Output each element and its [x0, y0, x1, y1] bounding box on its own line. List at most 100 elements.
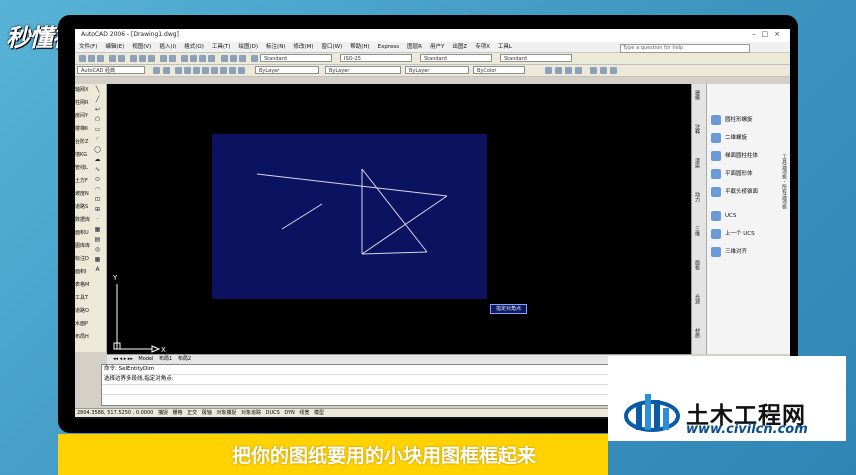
line-base[interactable]	[361, 251, 428, 255]
menu-window[interactable]: 窗口(W)	[318, 42, 347, 52]
draw-circle-icon[interactable]: ◯	[93, 146, 102, 153]
menu-format[interactable]: 格式(O)	[180, 42, 208, 52]
tool-pipeline[interactable]: 管线L	[75, 164, 91, 171]
menu-special[interactable]: 专项X	[471, 42, 494, 52]
region-icon[interactable]: ◎	[93, 246, 102, 253]
tab-layout2[interactable]: 布局2	[178, 356, 191, 362]
polygon-icon[interactable]	[202, 67, 209, 74]
zoom-window-icon[interactable]	[199, 55, 206, 62]
table-style-select[interactable]: Standard	[420, 54, 492, 62]
palette-tab-panel[interactable]: 面板	[694, 260, 701, 270]
insert-block-icon[interactable]: ⊡	[93, 196, 102, 203]
palette-tab-annotation[interactable]: 注释	[694, 124, 701, 134]
tool-room[interactable]: 房间Y	[75, 112, 91, 119]
draw-cloud-icon[interactable]: ☁	[93, 156, 102, 163]
menu-edit[interactable]: 编辑(E)	[101, 42, 128, 52]
menu-modify[interactable]: 修改(M)	[289, 42, 317, 52]
menu-plot[interactable]: 出图Z	[448, 42, 471, 52]
palette-tab-material[interactable]: 材质	[694, 328, 701, 338]
color-select[interactable]: ByColor	[473, 66, 525, 74]
mtext-icon[interactable]: A	[93, 266, 102, 273]
tool-road2[interactable]: 道路O	[75, 307, 91, 314]
line-diagonal[interactable]	[361, 168, 428, 253]
draw-rectangle-icon[interactable]: ▭	[93, 126, 102, 133]
palette-tab-render[interactable]: 渲染	[694, 158, 701, 168]
palette-item-prev-ucs[interactable]: 上一个 UCS	[711, 228, 755, 240]
pan-icon[interactable]	[181, 55, 188, 62]
palette-item-ucs[interactable]: UCS	[711, 210, 736, 222]
menu-dimension[interactable]: 标注(N)	[262, 42, 289, 52]
cut-icon[interactable]	[130, 55, 137, 62]
menu-layer[interactable]: 图层R	[403, 42, 426, 52]
open-icon[interactable]	[88, 55, 95, 62]
menu-help[interactable]: 帮助(H)	[346, 42, 373, 52]
command-window[interactable]: 命令: SelEntityDim 选择边界多段线,指定对角点:	[101, 364, 611, 406]
linetype-select[interactable]: ByLayer	[325, 66, 401, 74]
paste-icon[interactable]	[148, 55, 155, 62]
tool-earthwork[interactable]: 土方F	[75, 177, 91, 184]
tab-model[interactable]: Model	[138, 356, 153, 362]
draw-xline-icon[interactable]: ╱	[93, 96, 102, 103]
lineweight-select[interactable]: ByLayer	[405, 66, 469, 74]
toggle-otrack[interactable]: 对象追踪	[241, 410, 261, 416]
tool-slope[interactable]: 坡度N	[75, 190, 91, 197]
zoom-previous-icon[interactable]	[208, 55, 215, 62]
tool-column-grid[interactable]: 柱网R	[75, 99, 91, 106]
tool-stair[interactable]: 楼梯K	[75, 125, 91, 132]
menu-express[interactable]: Express	[374, 42, 403, 52]
menu-draw[interactable]: 绘图(D)	[235, 42, 263, 52]
tool-library[interactable]: 图库库	[75, 242, 91, 249]
menu-tools2[interactable]: 工具L	[494, 42, 516, 52]
undo-icon[interactable]	[160, 55, 167, 62]
tool-step[interactable]: 台阶Z	[75, 138, 91, 145]
drawing-canvas[interactable]: Y X 指定对角点	[107, 84, 691, 354]
menu-tools[interactable]: 工具(T)	[208, 42, 235, 52]
orbit-icon[interactable]	[610, 67, 617, 74]
design-center-icon[interactable]	[230, 55, 237, 62]
palette-item-2d-helix[interactable]: 二维螺旋	[711, 132, 747, 144]
palette-item-plane-circle[interactable]: 平面圆形体	[711, 168, 753, 180]
line-short[interactable]	[281, 203, 323, 230]
command-input[interactable]	[102, 385, 610, 395]
palette-item-cylinder[interactable]: 梯面圆柱柱体	[711, 150, 758, 162]
draw-arc-icon[interactable]: ◜	[93, 136, 102, 143]
tool-road[interactable]: 道路S	[75, 203, 91, 210]
palette-item-helix[interactable]: 圆柱形螺旋	[711, 114, 753, 126]
layer-state-icon[interactable]	[163, 67, 170, 74]
menu-user[interactable]: 用户Y	[426, 42, 448, 52]
copy-icon[interactable]	[139, 55, 146, 62]
help-icon[interactable]	[251, 55, 258, 62]
toggle-dyn[interactable]: DYN	[284, 410, 294, 416]
layer-select[interactable]: ByLayer	[255, 66, 319, 74]
palette-item-3d-align[interactable]: 三维对齐	[711, 246, 747, 258]
draw-ellipse-arc-icon[interactable]: ◠	[93, 186, 102, 193]
view-icon[interactable]	[590, 67, 597, 74]
line-cross[interactable]	[361, 195, 448, 255]
menu-file[interactable]: 文件(F)	[75, 42, 101, 52]
palette-item-frustum[interactable]: 平截头棱锥面	[711, 186, 758, 198]
menu-insert[interactable]: 插入(I)	[155, 42, 180, 52]
circle-icon[interactable]	[229, 67, 236, 74]
line-icon[interactable]	[175, 67, 182, 74]
toggle-snap[interactable]: 捕捉	[158, 410, 168, 416]
palette-tab-dynamic[interactable]: 动力	[694, 192, 701, 202]
toggle-osnap[interactable]: 对象捕捉	[216, 410, 236, 416]
tool-water[interactable]: 水面P	[75, 320, 91, 327]
render-icon[interactable]	[545, 67, 552, 74]
dim-style-select[interactable]: ISO-25	[340, 54, 412, 62]
draw-polyline-icon[interactable]: ↩	[93, 106, 102, 113]
help-search-input[interactable]: Type a question for help	[620, 44, 750, 53]
preview-icon[interactable]	[118, 55, 125, 62]
extra-style-select[interactable]: Standard	[500, 54, 572, 62]
zoom-icon[interactable]	[190, 55, 197, 62]
tool-table[interactable]: 表格M	[75, 281, 91, 288]
shade-icon[interactable]	[600, 67, 607, 74]
table-icon[interactable]: ▦	[93, 256, 102, 263]
line-long[interactable]	[256, 173, 448, 197]
material-icon[interactable]	[565, 67, 572, 74]
tab-nav-arrows[interactable]: ◂◂ ◂ ▸ ▸▸	[113, 356, 133, 362]
workspace-select[interactable]: AutoCAD 经典	[77, 66, 145, 74]
toggle-lweight[interactable]: 线宽	[299, 410, 309, 416]
toggle-grid[interactable]: 栅格	[173, 410, 183, 416]
hatch-icon[interactable]	[238, 67, 245, 74]
